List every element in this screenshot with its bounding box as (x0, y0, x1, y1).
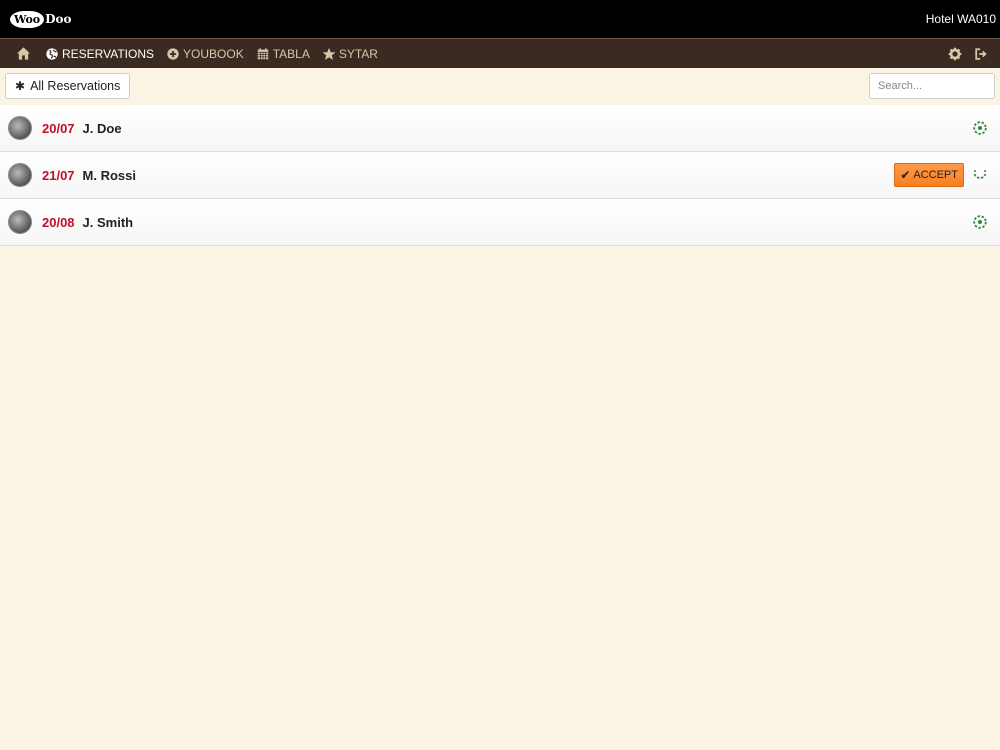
nav-tab-youbook[interactable]: YOUBOOK (166, 47, 244, 61)
reservation-row[interactable]: 21/07 M. Rossi ✔ ACCEPT (0, 152, 1000, 199)
reservation-date: 21/07 (42, 167, 75, 183)
reservation-row[interactable]: 20/08 J. Smith (0, 199, 1000, 246)
accept-label: ACCEPT (913, 169, 958, 181)
nav-tab-sytar[interactable]: SYTAR (322, 47, 378, 61)
reservation-date: 20/08 (42, 214, 75, 230)
status-pending-icon[interactable] (972, 167, 988, 183)
toolbar: ✱ All Reservations (0, 68, 1000, 104)
reservation-list: 20/07 J. Doe 21/07 M. Rossi ✔ ACCEPT 20/… (0, 105, 1000, 246)
logo-badge: Woo (10, 10, 45, 28)
reservation-row[interactable]: 20/07 J. Doe (0, 105, 1000, 152)
guest-name: M. Rossi (82, 167, 137, 183)
nav-tab-label: TABLA (272, 46, 310, 61)
settings-button[interactable] (948, 47, 962, 61)
logo-text: Doo (45, 12, 72, 26)
asterisk-icon: ✱ (15, 79, 26, 93)
all-reservations-filter-button[interactable]: ✱ All Reservations (5, 73, 131, 99)
guest-avatar (8, 116, 32, 140)
woodoo-logo[interactable]: Woo Doo (10, 10, 72, 28)
nav-tab-label: SYTAR (338, 46, 378, 61)
nav-tab-label: RESERVATIONS (62, 46, 155, 61)
plus-circle-icon (167, 47, 179, 60)
status-spinner-icon[interactable] (972, 214, 988, 230)
nav-tab-label: YOUBOOK (183, 46, 244, 61)
home-icon (16, 47, 31, 60)
star-icon (322, 47, 336, 60)
gear-icon (948, 47, 962, 60)
top-bar: Woo Doo Hotel WA010 (0, 0, 1000, 38)
nav-tab-tabla[interactable]: TABLA (256, 47, 310, 61)
filter-label: All Reservations (30, 79, 121, 93)
search-input[interactable] (869, 73, 995, 99)
guest-name: J. Doe (82, 120, 122, 136)
logout-icon (975, 47, 987, 60)
nav-tab-reservations[interactable]: RESERVATIONS (45, 47, 154, 61)
status-spinner-icon[interactable] (972, 120, 988, 136)
logout-button[interactable] (974, 47, 988, 61)
reservation-date: 20/07 (42, 120, 75, 136)
check-icon: ✔ (900, 168, 911, 182)
globe-icon (46, 47, 58, 60)
guest-name: J. Smith (82, 214, 134, 230)
calendar-icon (257, 47, 268, 59)
accept-button[interactable]: ✔ ACCEPT (894, 163, 964, 187)
guest-avatar (8, 210, 32, 234)
home-button[interactable] (16, 46, 31, 61)
nav-bar: RESERVATIONS YOUBOOK TABLA SYTAR (0, 38, 1000, 68)
guest-avatar (8, 163, 32, 187)
hotel-name: Hotel WA010 (925, 12, 996, 26)
